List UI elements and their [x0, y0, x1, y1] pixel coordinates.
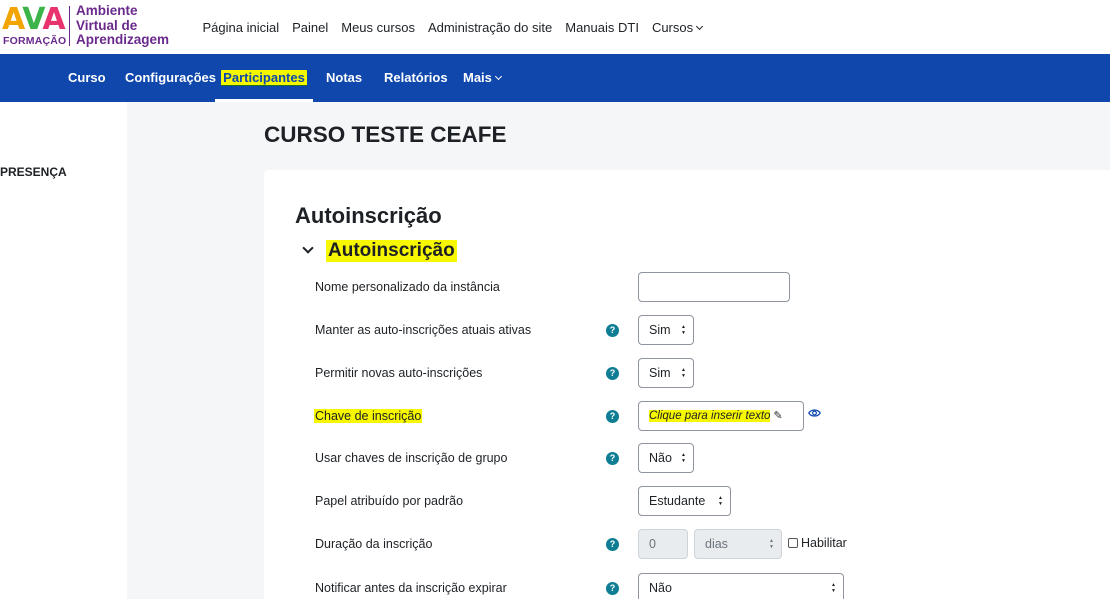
- logo-divider: [69, 6, 70, 46]
- help-icon[interactable]: ?: [606, 367, 619, 380]
- form-row-notify: Notificar antes da inscrição expirar ? N…: [264, 573, 1110, 599]
- nav-manuals[interactable]: Manuais DTI: [559, 20, 646, 35]
- form-row-group-keys: Usar chaves de inscrição de grupo ? Não: [264, 443, 1110, 475]
- section-title: Autoinscrição: [326, 240, 457, 262]
- course-index-drawer: PRESENÇA: [0, 102, 127, 599]
- notify-select[interactable]: Não: [638, 573, 844, 599]
- form-row-default-role: Papel atribuído por padrão Estudante: [264, 486, 1110, 518]
- logo-subtitle: FORMAÇÃO: [3, 35, 67, 47]
- form-row-instance-name: Nome personalizado da instância: [264, 272, 1110, 304]
- label-allow-new: Permitir novas auto-inscrições: [315, 366, 483, 380]
- logo-ava-mark: AVA: [2, 2, 66, 37]
- duration-unit-select[interactable]: dias: [694, 529, 782, 559]
- nav-my-courses[interactable]: Meus cursos: [335, 20, 422, 35]
- nav-dashboard[interactable]: Painel: [286, 20, 335, 35]
- duration-enable-checkbox[interactable]: [788, 538, 798, 548]
- help-icon[interactable]: ?: [606, 538, 619, 551]
- main-content-card: Autoinscrição Autoinscrição Nome persona…: [264, 170, 1110, 599]
- page-header-title: CURSO TESTE CEAFE: [264, 122, 507, 147]
- tab-reports[interactable]: Relatórios: [384, 54, 448, 102]
- primary-navigation: Página inicial Painel Meus cursos Admini…: [196, 0, 709, 54]
- duration-enable-label[interactable]: Habilitar: [801, 536, 847, 550]
- nav-courses-menu[interactable]: Cursos: [645, 20, 708, 35]
- chevron-down-icon: [696, 22, 704, 30]
- course-navigation: Curso Configurações Participantes Notas …: [0, 54, 1110, 102]
- help-icon[interactable]: ?: [606, 452, 619, 465]
- default-role-select[interactable]: Estudante: [638, 486, 731, 516]
- eye-icon[interactable]: [808, 408, 821, 418]
- chevron-down-icon: [494, 72, 502, 81]
- label-notify: Notificar antes da inscrição expirar: [315, 581, 507, 595]
- label-default-role: Papel atribuído por padrão: [315, 494, 464, 508]
- enrol-key-inplace-edit[interactable]: Clique para inserir texto ✎: [638, 401, 804, 431]
- label-instance-name: Nome personalizado da instância: [315, 280, 500, 294]
- label-group-keys: Usar chaves de inscrição de grupo: [315, 451, 508, 465]
- site-logo[interactable]: AVA FORMAÇÃO Ambiente Virtual de Aprendi…: [0, 2, 180, 50]
- help-icon[interactable]: ?: [606, 410, 619, 423]
- duration-number-input[interactable]: 0: [638, 529, 688, 559]
- form-row-keep-active: Manter as auto-inscrições atuais ativas …: [264, 315, 1110, 347]
- drawer-section-presence[interactable]: PRESENÇA: [0, 165, 67, 179]
- tab-grades[interactable]: Notas: [326, 54, 362, 102]
- instance-name-input[interactable]: [638, 272, 790, 302]
- section-header[interactable]: Autoinscrição: [302, 240, 457, 262]
- help-icon[interactable]: ?: [606, 324, 619, 337]
- logo-text: Ambiente Virtual de Aprendizagem: [76, 3, 170, 47]
- allow-new-select[interactable]: Sim: [638, 358, 694, 388]
- label-keep-active: Manter as auto-inscrições atuais ativas: [315, 323, 532, 337]
- keep-active-select[interactable]: Sim: [638, 315, 694, 345]
- nav-site-admin[interactable]: Administração do site: [421, 20, 558, 35]
- form-row-duration: Duração da inscrição ? 0 dias Habilitar: [264, 529, 1110, 561]
- tab-more[interactable]: Mais: [463, 54, 502, 102]
- form-row-allow-new: Permitir novas auto-inscrições ? Sim: [264, 358, 1110, 390]
- help-icon[interactable]: ?: [606, 582, 619, 595]
- label-enrol-key: Chave de inscrição: [314, 409, 423, 423]
- label-duration: Duração da inscrição: [315, 537, 433, 551]
- nav-home[interactable]: Página inicial: [196, 20, 286, 35]
- tab-course[interactable]: Curso: [68, 54, 106, 102]
- form-row-enrol-key: Chave de inscrição ? Clique para inserir…: [264, 401, 1110, 433]
- tab-participants[interactable]: Participantes: [215, 54, 313, 102]
- tab-settings[interactable]: Configurações: [125, 54, 216, 102]
- pencil-icon: ✎: [773, 410, 783, 422]
- page-title: Autoinscrição: [295, 203, 442, 228]
- chevron-down-icon[interactable]: [302, 242, 314, 254]
- top-navbar: AVA FORMAÇÃO Ambiente Virtual de Aprendi…: [0, 0, 1110, 54]
- group-keys-select[interactable]: Não: [638, 443, 694, 473]
